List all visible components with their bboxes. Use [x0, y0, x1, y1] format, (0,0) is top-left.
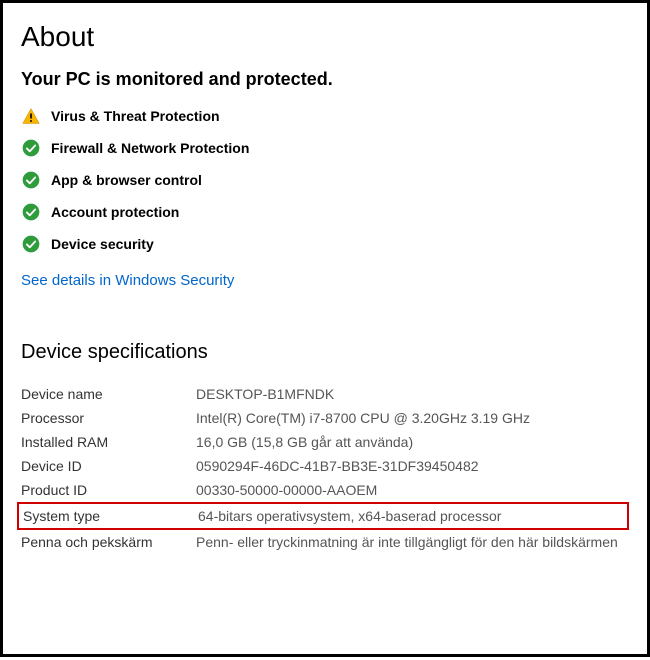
device-specs-heading: Device specifications: [21, 341, 629, 364]
check-circle-icon: [21, 234, 41, 254]
security-status-list: Virus & Threat Protection Firewall & Netw…: [21, 106, 629, 254]
spec-value: 0590294F-46DC-41B7-BB3E-31DF39450482: [196, 458, 629, 474]
spec-value: 16,0 GB (15,8 GB går att använda): [196, 434, 629, 450]
spec-row: Installed RAM16,0 GB (15,8 GB går att an…: [21, 430, 629, 454]
spec-value: Penn- eller tryckinmatning är inte tillg…: [196, 534, 629, 550]
spec-label: Penna och pekskärm: [21, 534, 196, 550]
spec-row: Device ID0590294F-46DC-41B7-BB3E-31DF394…: [21, 454, 629, 478]
spec-row: Penna och pekskärmPenn- eller tryckinmat…: [21, 530, 629, 554]
check-circle-icon: [21, 138, 41, 158]
about-panel: About Your PC is monitored and protected…: [0, 0, 650, 657]
security-status-item: Account protection: [21, 202, 629, 222]
spec-label: Product ID: [21, 482, 196, 498]
spec-label: Device ID: [21, 458, 196, 474]
spec-value: 64-bitars operativsystem, x64-baserad pr…: [198, 508, 627, 524]
security-details-link[interactable]: See details in Windows Security: [21, 272, 234, 289]
spec-row: ProcessorIntel(R) Core(TM) i7-8700 CPU @…: [21, 406, 629, 430]
spec-value: Intel(R) Core(TM) i7-8700 CPU @ 3.20GHz …: [196, 410, 629, 426]
spec-row: Product ID00330-50000-00000-AAOEM: [21, 478, 629, 502]
security-status-item: Firewall & Network Protection: [21, 138, 629, 158]
security-status-item: App & browser control: [21, 170, 629, 190]
security-status-label: Device security: [51, 236, 154, 252]
warning-icon: [21, 106, 41, 126]
spec-row: Device nameDESKTOP-B1MFNDK: [21, 382, 629, 406]
spec-label: System type: [23, 508, 198, 524]
security-status-label: Account protection: [51, 204, 179, 220]
spec-label: Device name: [21, 386, 196, 402]
check-circle-icon: [21, 202, 41, 222]
check-circle-icon: [21, 170, 41, 190]
security-status-label: Virus & Threat Protection: [51, 108, 220, 124]
page-title: About: [21, 21, 629, 53]
spec-label: Installed RAM: [21, 434, 196, 450]
security-status-heading: Your PC is monitored and protected.: [21, 69, 629, 90]
security-status-label: App & browser control: [51, 172, 202, 188]
security-status-item: Virus & Threat Protection: [21, 106, 629, 126]
spec-label: Processor: [21, 410, 196, 426]
security-status-item: Device security: [21, 234, 629, 254]
security-status-label: Firewall & Network Protection: [51, 140, 249, 156]
spec-value: 00330-50000-00000-AAOEM: [196, 482, 629, 498]
spec-row: System type64-bitars operativsystem, x64…: [17, 502, 629, 530]
spec-value: DESKTOP-B1MFNDK: [196, 386, 629, 402]
device-specs-table: Device nameDESKTOP-B1MFNDKProcessorIntel…: [21, 382, 629, 554]
